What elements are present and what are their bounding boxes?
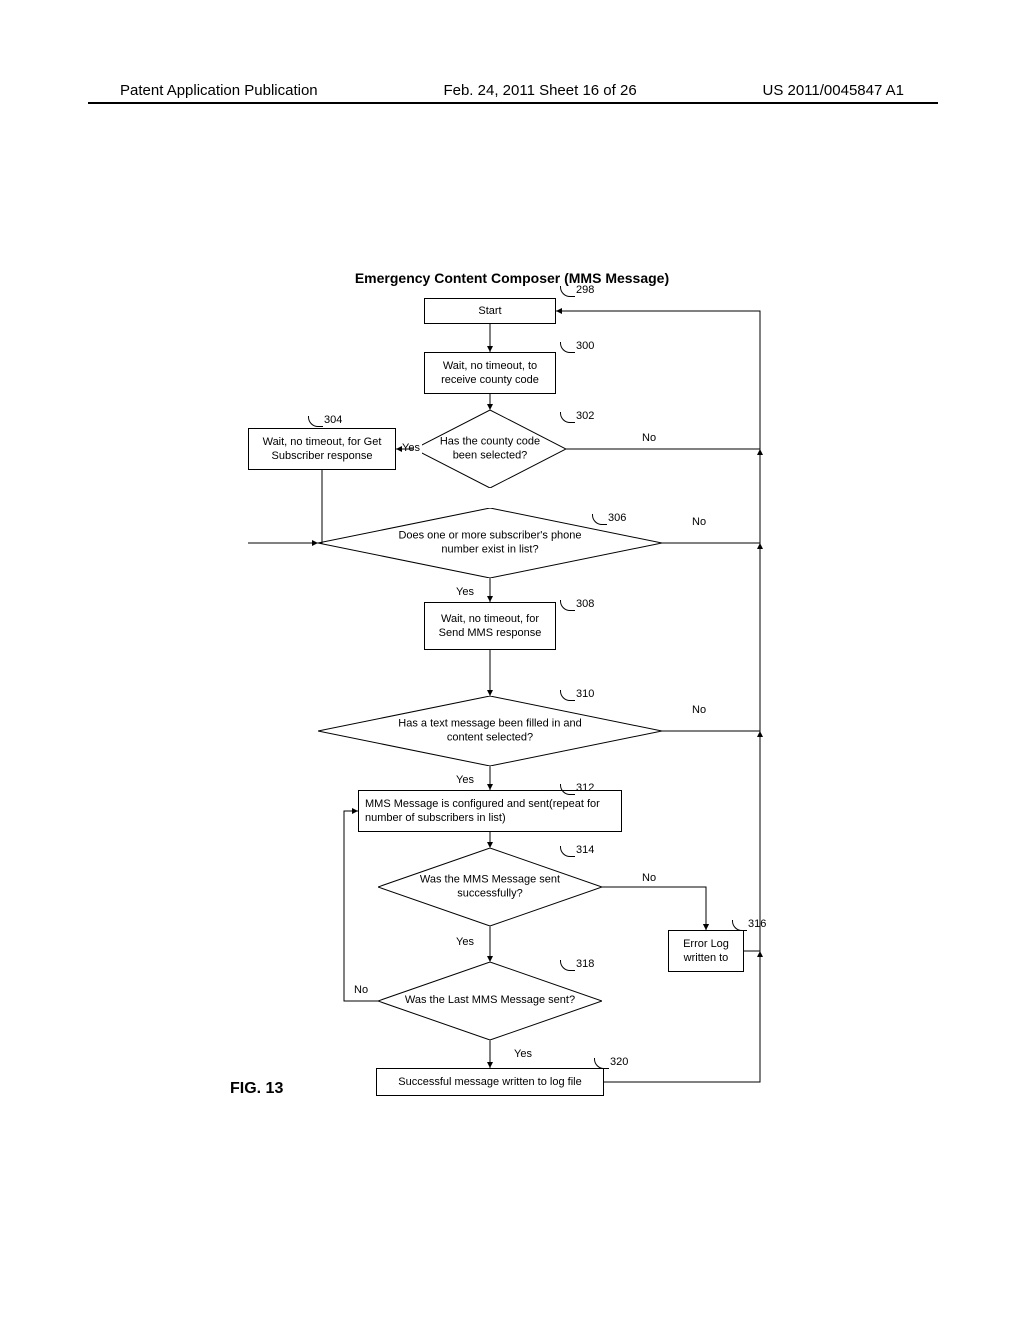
ref-298: 298 (576, 284, 594, 296)
box-300-text: Wait, no timeout, to receive county code (431, 359, 549, 388)
box-316: Error Log written to (668, 930, 744, 972)
label-310-yes: Yes (454, 774, 476, 786)
header-left: Patent Application Publication (120, 82, 318, 99)
ref-316: 316 (748, 918, 766, 930)
box-304: Wait, no timeout, for Get Subscriber res… (248, 428, 396, 470)
ref-306: 306 (608, 512, 626, 524)
box-308: Wait, no timeout, for Send MMS response (424, 602, 556, 650)
diagram-title: Emergency Content Composer (MMS Message) (0, 270, 1024, 286)
diamond-314-text: Was the MMS Message sent successfully? (400, 873, 579, 901)
ref-300: 300 (576, 340, 594, 352)
label-310-no: No (690, 704, 708, 716)
header-rule (88, 102, 938, 104)
label-314-no: No (640, 872, 658, 884)
header-right: US 2011/0045847 A1 (762, 82, 904, 99)
ref-312: 312 (576, 782, 594, 794)
label-318-yes: Yes (512, 1048, 534, 1060)
box-312: MMS Message is configured and sent(repea… (358, 790, 622, 832)
box-308-text: Wait, no timeout, for Send MMS response (431, 612, 549, 641)
label-302-no: No (640, 432, 658, 444)
diamond-306-text: Does one or more subscriber's phone numb… (387, 529, 593, 557)
label-306-yes: Yes (454, 586, 476, 598)
page-header: Patent Application Publication Feb. 24, … (0, 82, 1024, 99)
label-318-no: No (352, 984, 370, 996)
ref-308: 308 (576, 598, 594, 610)
diamond-318: Was the Last MMS Message sent? (378, 962, 602, 1040)
diamond-318-text: Was the Last MMS Message sent? (400, 994, 579, 1008)
box-312-text: MMS Message is configured and sent(repea… (365, 797, 615, 826)
diamond-314: Was the MMS Message sent successfully? (378, 848, 602, 926)
diamond-310: Has a text message been filled in and co… (318, 696, 662, 766)
diamond-310-text: Has a text message been filled in and co… (387, 717, 593, 745)
box-316-text: Error Log written to (675, 937, 737, 966)
ref-302: 302 (576, 410, 594, 422)
label-302-yes: Yes (400, 442, 422, 454)
diamond-302: Has the county code been selected? (414, 410, 566, 488)
connector-lines (0, 0, 1024, 1320)
ref-318: 318 (576, 958, 594, 970)
header-center: Feb. 24, 2011 Sheet 16 of 26 (443, 82, 636, 99)
box-320: Successful message written to log file (376, 1068, 604, 1096)
box-300: Wait, no timeout, to receive county code (424, 352, 556, 394)
ref-314: 314 (576, 844, 594, 856)
figure-label: FIG. 13 (230, 1080, 283, 1098)
box-320-text: Successful message written to log file (398, 1075, 581, 1089)
ref-310: 310 (576, 688, 594, 700)
label-306-no: No (690, 516, 708, 528)
box-start-text: Start (478, 304, 501, 318)
box-start: Start (424, 298, 556, 324)
box-304-text: Wait, no timeout, for Get Subscriber res… (255, 435, 389, 464)
label-314-yes: Yes (454, 936, 476, 948)
ref-320: 320 (610, 1056, 628, 1068)
ref-304: 304 (324, 414, 342, 426)
diamond-302-text: Has the county code been selected? (429, 435, 551, 463)
